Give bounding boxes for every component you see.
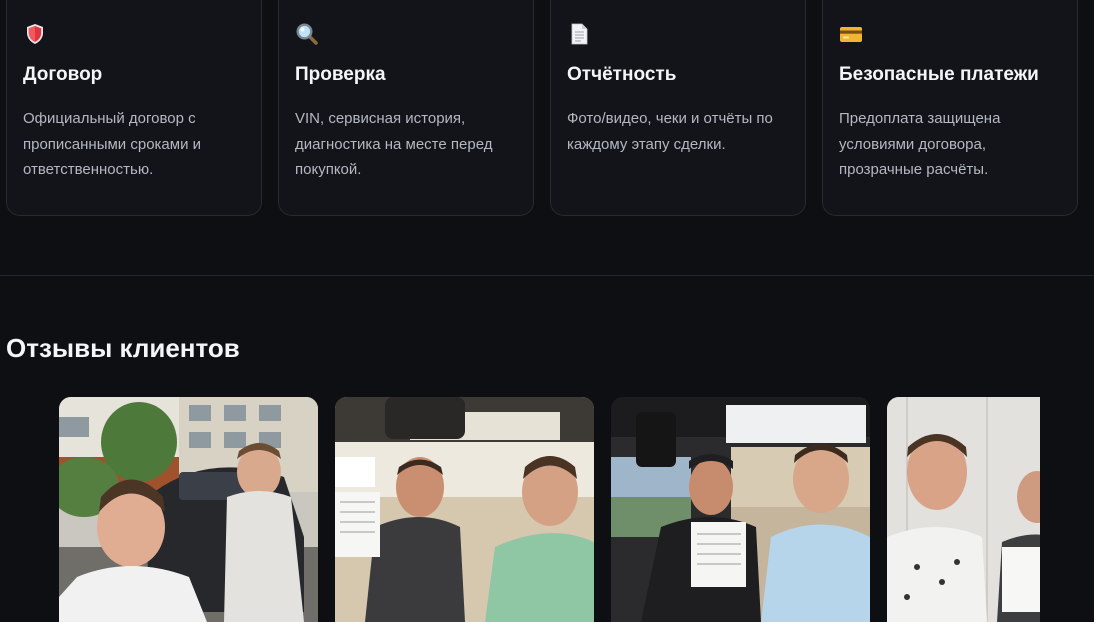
document-icon — [571, 23, 588, 45]
reviews-carousel[interactable] — [59, 397, 1040, 622]
section-divider — [0, 275, 1094, 276]
feature-description: Предоплата защищена условиями договора, … — [839, 110, 1001, 178]
review-photo-2-image — [335, 397, 594, 622]
credit-card-icon — [840, 27, 862, 42]
shield-icon — [27, 24, 43, 44]
feature-description: Официальный договор с прописанными срока… — [23, 110, 202, 178]
review-photo-1[interactable] — [59, 397, 318, 622]
reviews-section-title: Отзывы клиентов — [6, 333, 240, 363]
feature-description: Фото/видео, чеки и отчёты по каждому эта… — [567, 110, 773, 153]
features-grid: Договор Официальный договор с прописанны… — [6, 0, 1078, 216]
feature-title: Проверка — [295, 64, 386, 85]
feature-card-reporting: Отчётность Фото/видео, чеки и отчёты по … — [550, 0, 806, 216]
review-photo-4[interactable] — [887, 397, 1040, 622]
feature-title: Отчётность — [567, 64, 677, 85]
feature-title: Безопасные платежи — [839, 64, 1039, 85]
magnifier-icon — [296, 23, 318, 45]
feature-card-inspection: Проверка VIN, сервисная история, диагнос… — [278, 0, 534, 216]
review-photo-1-image — [59, 397, 318, 622]
feature-description: VIN, сервисная история, диагностика на м… — [295, 110, 493, 178]
review-photo-4-image — [887, 397, 1040, 622]
review-photo-2[interactable] — [335, 397, 594, 622]
feature-title: Договор — [23, 64, 103, 85]
review-photo-3-image — [611, 397, 870, 622]
feature-card-payments: Безопасные платежи Предоплата защищена у… — [822, 0, 1078, 216]
review-photo-3[interactable] — [611, 397, 870, 622]
feature-card-contract: Договор Официальный договор с прописанны… — [6, 0, 262, 216]
